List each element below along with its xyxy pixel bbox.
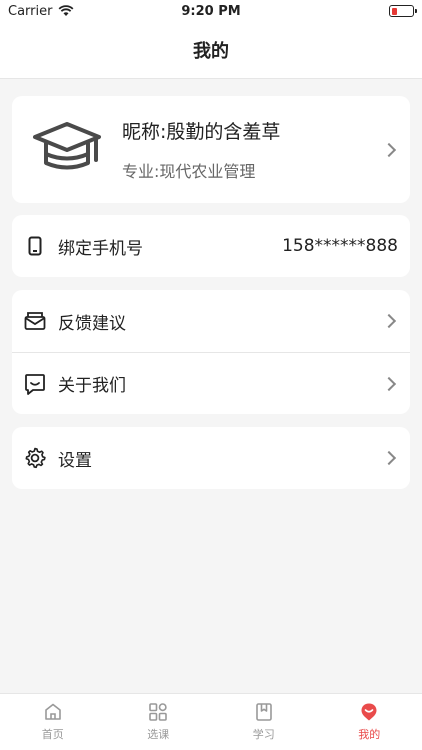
tab-courses[interactable]: 选课: [106, 694, 212, 750]
chevron-right-icon: [381, 450, 397, 466]
tab-label: 首页: [41, 728, 64, 741]
chevron-right-icon: [381, 313, 397, 329]
menu-item-about[interactable]: 关于我们: [12, 352, 410, 414]
status-bar: Carrier 9:20 PM: [0, 0, 422, 22]
nav-bar: 我的: [0, 22, 422, 79]
tab-bar: 首页 选课 学习 我的: [0, 693, 422, 750]
profile-card[interactable]: 昵称:殷勤的含羞草 专业:现代农业管理: [12, 96, 410, 203]
phone-label: 绑定手机号: [58, 238, 143, 259]
chevron-right-icon: [381, 376, 397, 391]
profile-text: 昵称:殷勤的含羞草 专业:现代农业管理: [122, 117, 384, 182]
menu-item-settings[interactable]: 设置: [12, 427, 410, 489]
nickname: 昵称:殷勤的含羞草: [122, 121, 281, 143]
chat-icon: [24, 373, 46, 395]
menu-item-label: 反馈建议: [58, 313, 126, 334]
menu-item-feedback[interactable]: 反馈建议: [12, 290, 410, 352]
tab-label: 学习: [252, 728, 275, 741]
tab-profile[interactable]: 我的: [317, 694, 422, 750]
tab-label: 我的: [358, 728, 381, 741]
chevron-right-icon: [381, 142, 397, 157]
phone-card[interactable]: 绑定手机号 158******888: [12, 215, 410, 277]
page-title: 我的: [193, 41, 229, 62]
profile-icon: [361, 703, 377, 721]
graduation-cap-icon: [33, 121, 101, 169]
book-icon: [255, 703, 272, 721]
tab-label: 选课: [147, 728, 170, 741]
phone-value: 158******888: [282, 236, 398, 256]
tab-home[interactable]: 首页: [0, 694, 106, 750]
mail-icon: [24, 310, 46, 332]
battery-icon: [389, 5, 417, 17]
carrier-label: Carrier: [8, 3, 53, 19]
major: 专业:现代农业管理: [122, 162, 256, 181]
wifi-icon: [59, 5, 74, 16]
settings-label: 设置: [58, 450, 92, 471]
menu-card: 反馈建议 关于我们: [12, 290, 410, 414]
tab-study[interactable]: 学习: [211, 694, 317, 750]
grid-icon: [149, 703, 168, 721]
status-left: Carrier: [8, 4, 74, 19]
phone-icon: [24, 235, 46, 257]
menu-item-label: 关于我们: [58, 376, 126, 396]
gear-icon: [24, 447, 46, 469]
home-icon: [44, 703, 61, 720]
